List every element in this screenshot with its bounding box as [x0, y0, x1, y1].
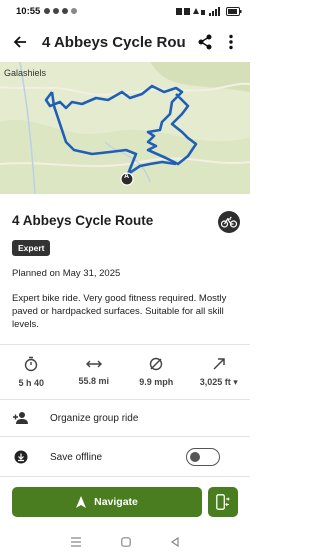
divider — [0, 344, 250, 345]
toggle-knob — [190, 451, 200, 462]
battery-icon — [226, 6, 242, 16]
stat-value: 5 h 40 — [18, 378, 44, 388]
stat-value: 55.8 mi — [78, 376, 110, 386]
save-offline-toggle[interactable] — [186, 448, 220, 466]
recents-icon[interactable] — [70, 537, 82, 547]
back-button[interactable] — [6, 28, 34, 56]
more-options-button[interactable] — [218, 28, 244, 56]
stat-value: 9.9 mph — [139, 377, 174, 387]
notification-icon — [44, 8, 51, 14]
system-navigation-bar — [0, 528, 250, 556]
navigation-arrow-icon — [76, 496, 87, 508]
status-bar: 10:55 — [0, 0, 250, 22]
wifi-icon — [176, 7, 205, 15]
group-add-icon — [12, 409, 30, 427]
elevation-icon — [213, 357, 225, 370]
route-title: 4 Abbeys Cycle Route — [12, 213, 154, 228]
route-description: Expert bike ride. Very good fitness requ… — [12, 293, 227, 330]
back-nav-icon[interactable] — [170, 537, 180, 547]
system-icons — [176, 6, 242, 16]
home-icon[interactable] — [121, 537, 131, 547]
navigate-button[interactable]: Navigate — [12, 487, 202, 517]
map-town-label: Galashiels — [4, 68, 47, 78]
organize-group-ride-label: Organize group ride — [50, 412, 139, 424]
status-time: 10:55 — [16, 5, 41, 17]
start-marker-label: A — [124, 173, 130, 180]
app-bar: 4 Abbeys Cycle Rou — [0, 22, 250, 62]
page-title: 4 Abbeys Cycle Rou — [42, 33, 186, 51]
signal-icon — [209, 6, 220, 16]
bicycle-icon — [221, 216, 237, 228]
stat-distance: 55.8 mi — [63, 348, 126, 396]
download-icon — [12, 448, 30, 466]
stat-duration: 5 h 40 — [0, 348, 63, 396]
divider — [0, 476, 250, 477]
speed-icon — [150, 357, 163, 371]
save-offline-label: Save offline — [50, 451, 103, 463]
notification-icon — [71, 8, 78, 14]
save-offline-row[interactable]: Save offline — [0, 440, 250, 474]
stopwatch-icon — [25, 356, 38, 372]
divider — [0, 399, 250, 400]
share-button[interactable] — [192, 28, 218, 56]
organize-group-ride-row[interactable]: Organize group ride — [0, 401, 250, 435]
more-vert-icon — [229, 34, 233, 50]
notification-icons — [44, 8, 78, 14]
distance-arrows-icon — [85, 360, 102, 368]
notification-icon — [62, 8, 69, 14]
sport-badge — [218, 211, 240, 233]
stat-speed: 9.9 mph — [125, 348, 188, 396]
device-sync-icon — [216, 494, 230, 510]
send-to-device-button[interactable] — [208, 487, 238, 517]
stat-value: 3,025 ft ▾ — [199, 376, 238, 387]
divider — [0, 436, 250, 437]
difficulty-badge: Expert — [12, 240, 51, 256]
route-map[interactable]: Galashiels A — [0, 62, 250, 194]
navigate-label: Navigate — [94, 496, 138, 508]
arrow-left-icon — [13, 36, 26, 48]
route-stats: 5 h 40 55.8 mi 9.9 mph 3,025 ft ▾ — [0, 348, 250, 396]
notification-icon — [53, 8, 60, 14]
stat-elevation[interactable]: 3,025 ft ▾ — [188, 348, 251, 396]
share-icon — [198, 34, 212, 50]
planned-date: Planned on May 31, 2025 — [12, 268, 121, 279]
